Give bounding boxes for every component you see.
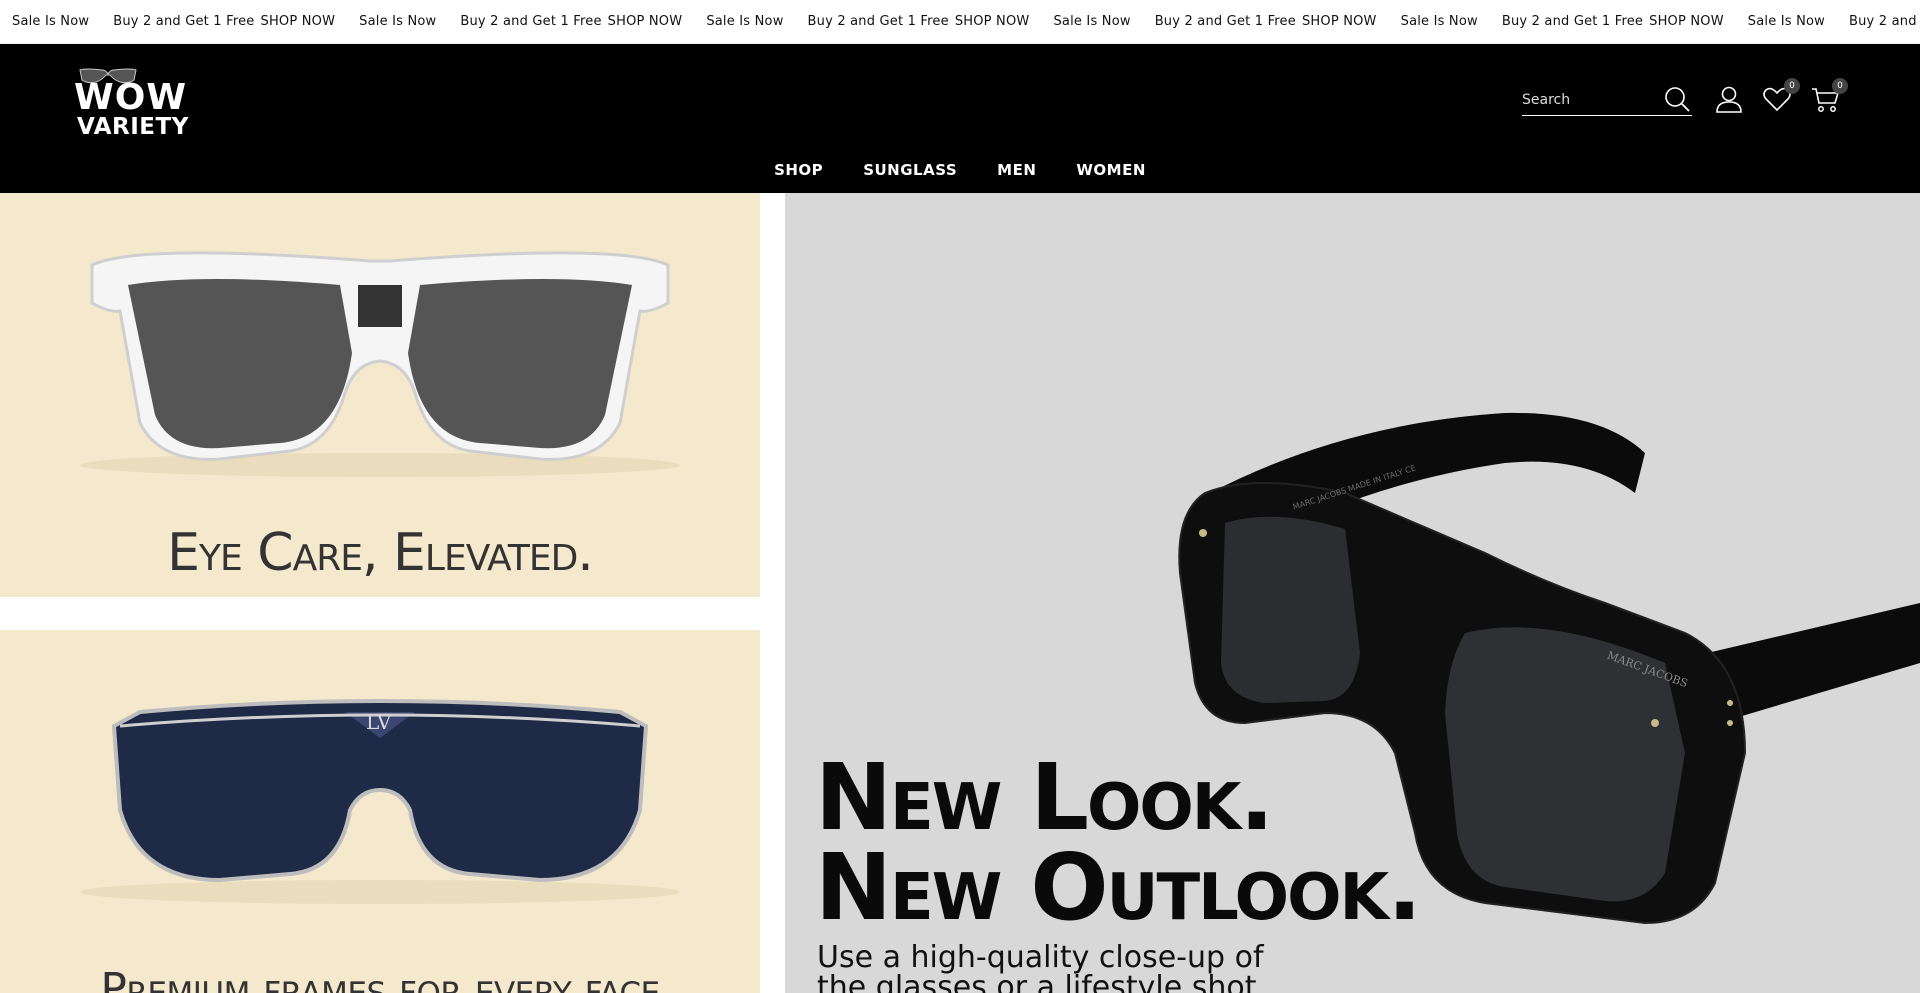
announcement-text: Buy 2 and Get 1 Free	[1849, 14, 1920, 29]
hero-subtitle-line2: the glasses or a lifestyle shot	[817, 970, 1257, 993]
announcement-text: Sale Is Now	[1747, 14, 1825, 29]
wishlist-button[interactable]: 0	[1762, 78, 1800, 114]
search-input[interactable]	[1522, 90, 1652, 110]
promo-caption-eye-care: Eye Care, Elevated.	[167, 523, 594, 583]
nav-item-shop[interactable]: SHOP	[774, 161, 823, 179]
announcement-text: Buy 2 and Get 1 Free	[1501, 14, 1644, 29]
account-button[interactable]	[1714, 84, 1744, 114]
shop-now-link[interactable]: SHOP NOW	[1302, 14, 1377, 29]
announcement-item: Sale Is Now	[12, 14, 89, 29]
shop-now-link[interactable]: SHOP NOW	[608, 14, 683, 29]
search-icon	[1665, 87, 1690, 112]
announcement-text: Sale Is Now	[1400, 14, 1478, 29]
main-nav: SHOP SUNGLASS MEN WOMEN	[0, 161, 1920, 179]
shop-now-link[interactable]: SHOP NOW	[1649, 14, 1724, 29]
shop-now-link[interactable]: SHOP NOW	[261, 14, 336, 29]
announcement-text: Buy 2 and Get 1 Free	[1154, 14, 1296, 29]
wishlist-count-badge: 0	[1784, 78, 1800, 94]
logo-text-variety: VARIETY	[77, 114, 189, 140]
white-frame-sunglasses-image	[80, 251, 680, 477]
announcement-text: Sale Is Now	[359, 14, 437, 29]
announcement-item[interactable]: Buy 2 and Get 1 Free SHOP NOW	[1502, 14, 1724, 29]
search-box	[1522, 84, 1692, 116]
announcement-item: Sale Is Now	[359, 14, 436, 29]
announcement-item[interactable]: Buy 2 and Get 1 Free SHOP NOW	[113, 14, 335, 29]
hero-subtitle-line1: Use a high-quality close-up of	[817, 940, 1264, 975]
announcement-text: Buy 2 and Get 1 Free	[807, 14, 949, 29]
announcement-text: Sale Is Now	[706, 14, 784, 29]
announcement-text: Sale Is Now	[12, 14, 90, 29]
announcement-text: Sale Is Now	[1053, 14, 1131, 29]
announcement-item[interactable]: Buy 2 and Get 1 Free SHOP NOW	[808, 14, 1030, 29]
lv-mark: LV	[366, 710, 392, 734]
search-button[interactable]	[1662, 84, 1692, 114]
announcement-text: Buy 2 and Get 1 Free	[113, 14, 255, 29]
hero-banner[interactable]: MARC JACOBS MARC JACOBS MADE IN ITALY CE…	[785, 193, 1920, 993]
site-header: WOW VARIETY 0 0 SHOP SUNGL	[0, 44, 1920, 193]
nav-item-men[interactable]: MEN	[997, 161, 1036, 179]
announcement-text: Buy 2 and Get 1 Free	[460, 14, 602, 29]
announcement-item: Buy 2 and Get 1 Free	[1849, 14, 1920, 29]
cart-button[interactable]: 0	[1810, 78, 1848, 114]
promo-caption-premium-frames: Premium frames for every face	[100, 964, 660, 993]
promo-banner-eye-care[interactable]: Eye Care, Elevated.	[0, 193, 760, 597]
announcement-item: Sale Is Now	[1053, 14, 1130, 29]
hero-title-line1: New Look.	[815, 744, 1274, 851]
navy-aviator-sunglasses-image	[80, 699, 680, 904]
hero-title-line2: New Outlook.	[815, 834, 1422, 941]
hero-subtitle: Use a high-quality close-up of the glass…	[817, 943, 1264, 993]
announcement-item[interactable]: Buy 2 and Get 1 Free SHOP NOW	[1155, 14, 1377, 29]
logo-text-wow: WOW	[74, 77, 188, 118]
hero-title: New Look. New Outlook.	[815, 744, 1422, 941]
nav-item-women[interactable]: WOMEN	[1076, 161, 1146, 179]
announcement-item[interactable]: Buy 2 and Get 1 Free SHOP NOW	[460, 14, 682, 29]
announcement-item: Sale Is Now	[706, 14, 783, 29]
announcement-bar: Sale Is Now Buy 2 and Get 1 Free SHOP NOW S…	[0, 0, 1920, 44]
user-icon	[1716, 86, 1742, 113]
promo-banner-premium-frames[interactable]: LV Premium frames for every face	[0, 630, 760, 993]
nav-item-sunglass[interactable]: SUNGLASS	[863, 161, 957, 179]
announcement-item: Sale Is Now	[1401, 14, 1478, 29]
shop-now-link[interactable]: SHOP NOW	[955, 14, 1030, 29]
site-logo[interactable]: WOW VARIETY	[74, 62, 198, 139]
cart-count-badge: 0	[1832, 78, 1848, 94]
announcement-item: Sale Is Now	[1748, 14, 1825, 29]
announcement-track: Sale Is Now Buy 2 and Get 1 Free SHOP NOW S…	[0, 14, 1920, 29]
